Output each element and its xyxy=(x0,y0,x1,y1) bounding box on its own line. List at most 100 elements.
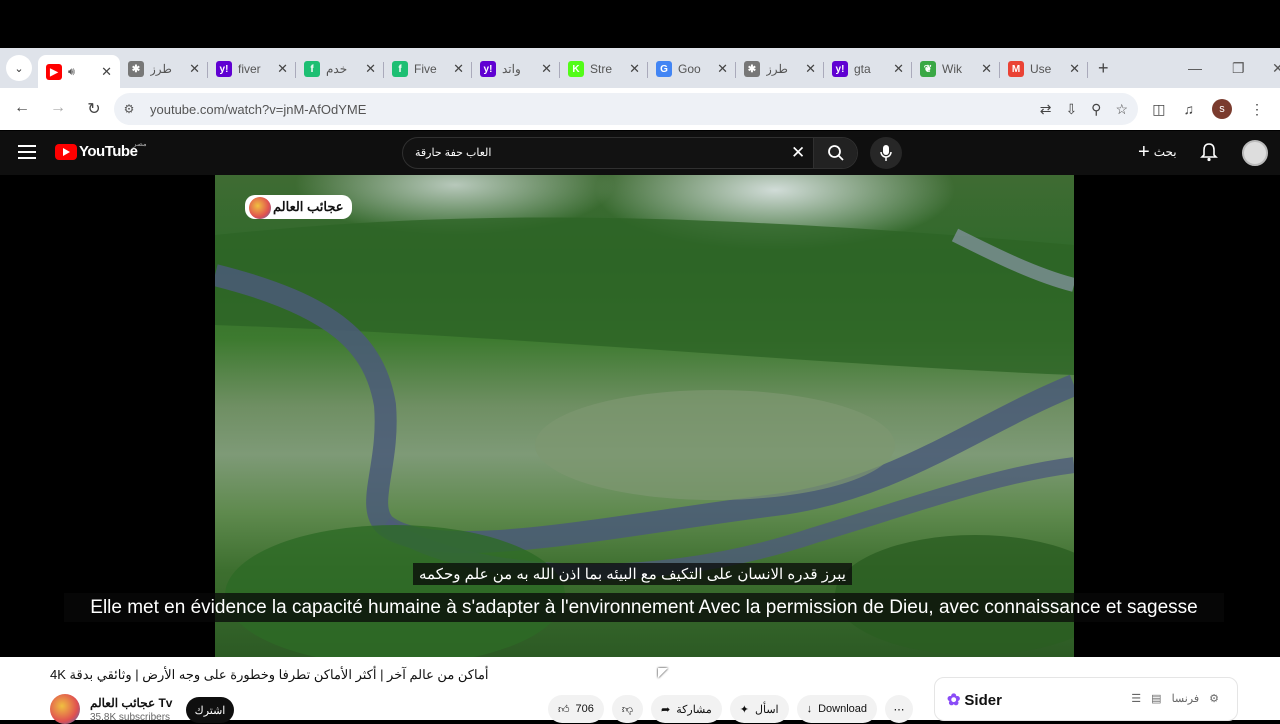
more-actions-button[interactable]: ⋯ xyxy=(885,695,914,723)
sider-flower-icon: ✿ xyxy=(947,692,961,709)
close-tab-icon[interactable]: ✕ xyxy=(805,61,816,77)
extensions-icon[interactable]: ◫ xyxy=(1152,101,1165,118)
like-count: 706 xyxy=(575,703,594,715)
tabs-container: ▶ 🔊︎ ✕ ✱ طرز ✕ y! fiver ✕ f خدم ✕ f Five ✕ y! واتد ✕ K Stre… xyxy=(38,47,1088,89)
close-tab-icon[interactable]: ✕ xyxy=(541,61,552,77)
notifications-bell-icon[interactable] xyxy=(1200,142,1218,167)
french-subtitle: Elle met en évidence la capacité humaine… xyxy=(64,593,1224,622)
tab-label: Use xyxy=(1030,62,1052,76)
close-tab-icon[interactable]: ✕ xyxy=(1069,61,1080,77)
browser-tab[interactable]: f Five ✕ xyxy=(384,53,472,85)
install-app-icon[interactable]: ⇩ xyxy=(1065,101,1077,118)
clear-search-icon[interactable]: ✕ xyxy=(791,143,805,163)
close-tab-icon[interactable]: ✕ xyxy=(277,61,288,77)
youtube-logo[interactable]: YouTube مصر xyxy=(55,141,147,160)
leaf-icon: ❦ xyxy=(920,61,936,77)
search-input[interactable]: العاب حفة حارقة xyxy=(415,138,785,168)
restore-button[interactable]: ❐ xyxy=(1232,48,1245,88)
browser-tab[interactable]: ❦ Wik ✕ xyxy=(912,53,1000,85)
settings-icon[interactable]: ⚙ xyxy=(1209,692,1219,705)
sparkle-icon: ✦ xyxy=(739,703,749,716)
browser-tab[interactable]: ✱ طرز ✕ xyxy=(120,53,208,85)
create-button[interactable]: + بحث xyxy=(1138,141,1177,163)
back-icon[interactable]: ← xyxy=(6,99,38,119)
channel-name[interactable]: عجائب العالم Tv xyxy=(90,696,172,710)
sider-panel[interactable]: ✿ Sider ☰ ▤ فرنسا ⚙ xyxy=(934,677,1238,721)
forward-icon[interactable]: → xyxy=(42,99,74,119)
close-window-button[interactable]: ✕ xyxy=(1272,48,1280,88)
arabic-subtitle: يبرز قدره الانسان على التكيف مع البيئه ب… xyxy=(413,563,852,585)
download-button[interactable]: ↓ Download xyxy=(796,695,878,723)
ask-button[interactable]: ✦ اسأل xyxy=(729,695,789,723)
sider-logo: ✿ Sider xyxy=(947,690,1002,710)
chrome-menu-icon[interactable]: ⋮ xyxy=(1250,101,1264,118)
plus-icon: + xyxy=(1138,141,1150,163)
browser-tab[interactable]: ✱ طرز ✕ xyxy=(736,53,824,85)
browser-tab[interactable]: f خدم ✕ xyxy=(296,53,384,85)
search-button[interactable] xyxy=(813,138,857,168)
sider-language[interactable]: فرنسا xyxy=(1172,692,1200,705)
hamburger-menu-icon[interactable] xyxy=(18,143,36,161)
close-tab-icon[interactable]: ✕ xyxy=(893,61,904,77)
media-controls-icon[interactable]: ♫ xyxy=(1184,101,1195,117)
globe-logo-icon xyxy=(249,197,271,219)
close-tab-icon[interactable]: ✕ xyxy=(101,64,112,80)
close-tab-icon[interactable]: ✕ xyxy=(189,61,200,77)
gmail-icon: M xyxy=(1008,61,1024,77)
close-tab-icon[interactable]: ✕ xyxy=(453,61,464,77)
yahoo-icon: y! xyxy=(832,61,848,77)
tab-label: fiver xyxy=(238,62,261,76)
browser-tab[interactable]: y! gta ✕ xyxy=(824,53,912,85)
bookmark-star-icon[interactable]: ☆ xyxy=(1115,101,1128,118)
share-icon: ➦ xyxy=(661,703,671,716)
tab-label: واتد xyxy=(502,62,521,76)
browser-tab[interactable]: y! واتد ✕ xyxy=(472,53,560,85)
translate-icon[interactable]: ⇄ xyxy=(1040,101,1052,118)
minimize-button[interactable]: — xyxy=(1188,48,1202,88)
video-details: أماكن من عالم آخر | أكثر الأماكن تطرفا و… xyxy=(0,657,1280,724)
reload-icon[interactable]: ↻ xyxy=(78,99,110,119)
zoom-icon[interactable]: ⚲ xyxy=(1091,101,1101,118)
youtube-logo-text: YouTube xyxy=(79,143,138,160)
tab-separator xyxy=(1087,62,1088,78)
subtitle-icon[interactable]: ▤ xyxy=(1151,692,1161,705)
search-icon xyxy=(827,145,844,161)
close-tab-icon[interactable]: ✕ xyxy=(981,61,992,77)
browser-tab[interactable]: G Goo ✕ xyxy=(648,53,736,85)
account-avatar[interactable] xyxy=(1242,140,1268,166)
tab-label: Five xyxy=(414,62,437,76)
browser-tab[interactable]: y! fiver ✕ xyxy=(208,53,296,85)
search-box[interactable]: العاب حفة حارقة ✕ xyxy=(402,137,858,169)
sider-name: Sider xyxy=(964,691,1002,709)
tab-search-dropdown[interactable]: ⌄ xyxy=(6,55,32,81)
list-icon[interactable]: ☰ xyxy=(1131,692,1141,705)
tab-strip: ⌄ ▶ 🔊︎ ✕ ✱ طرز ✕ y! fiver ✕ f خدم ✕ f Five ✕ y! واتد ✕ K St… xyxy=(0,47,1280,89)
gear-icon: ✱ xyxy=(744,61,760,77)
country-code: مصر xyxy=(133,141,147,148)
download-label: Download xyxy=(818,703,868,715)
voice-search-button[interactable] xyxy=(870,137,902,169)
tab-label: خدم xyxy=(326,62,348,76)
site-settings-icon[interactable]: ⚙ xyxy=(114,102,144,116)
browser-tab[interactable]: M Use ✕ xyxy=(1000,53,1088,85)
browser-tab[interactable]: ▶ 🔊︎ ✕ xyxy=(38,55,120,89)
close-tab-icon[interactable]: ✕ xyxy=(717,61,728,77)
dislike-button[interactable]: 👎︎ xyxy=(611,695,644,723)
more-horizontal-icon: ⋯ xyxy=(893,703,905,716)
browser-tab[interactable]: K Stre ✕ xyxy=(560,53,648,85)
subscribe-button[interactable]: اشترك xyxy=(186,697,234,723)
address-bar: ← → ↻ ⚙ youtube.com/watch?v=jnM-AfOdYME … xyxy=(0,88,1280,130)
share-button[interactable]: ➦ مشاركة xyxy=(651,695,722,723)
profile-avatar[interactable]: s xyxy=(1212,99,1232,119)
close-tab-icon[interactable]: ✕ xyxy=(629,61,640,77)
url-text[interactable]: youtube.com/watch?v=jnM-AfOdYME xyxy=(150,102,366,117)
k-logo-icon: K xyxy=(568,61,584,77)
create-label: بحث xyxy=(1153,145,1177,159)
omnibox[interactable]: ⚙ youtube.com/watch?v=jnM-AfOdYME ⇄ ⇩ ⚲ … xyxy=(114,93,1138,125)
close-tab-icon[interactable]: ✕ xyxy=(365,61,376,77)
like-button[interactable]: 👍︎ 706 xyxy=(548,695,604,723)
new-tab-button[interactable]: + xyxy=(1098,58,1109,79)
mouse-cursor xyxy=(658,668,668,678)
audio-playing-icon[interactable]: 🔊︎ xyxy=(68,66,75,79)
ask-label: اسأل xyxy=(754,703,779,716)
